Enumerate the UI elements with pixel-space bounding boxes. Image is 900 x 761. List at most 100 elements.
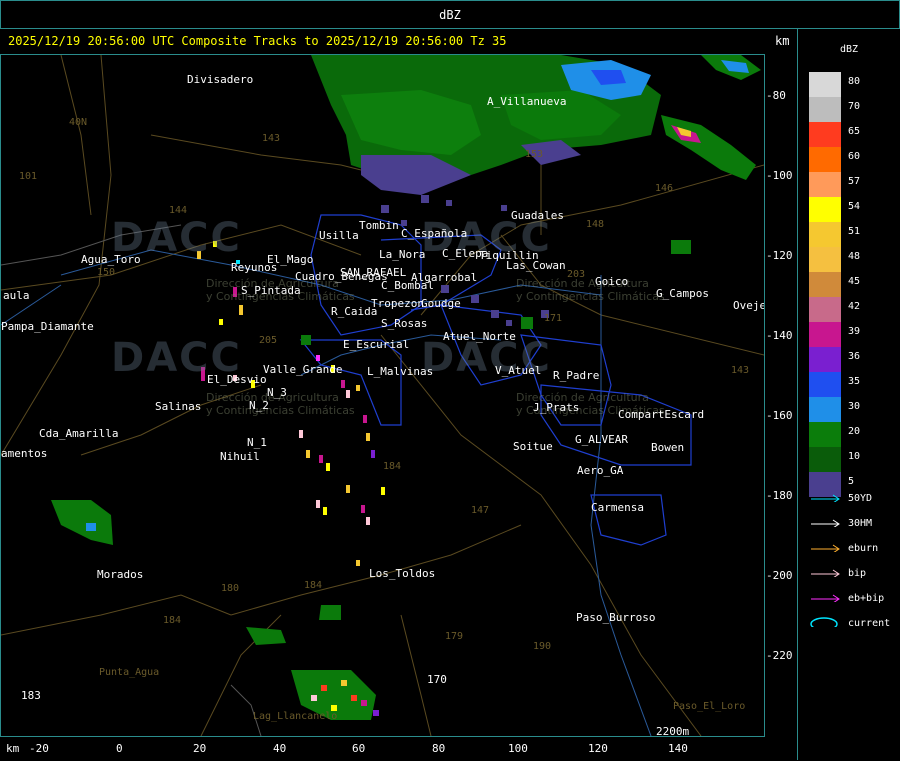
y-tick: -180	[766, 489, 793, 502]
legend-track-label: eb+bip	[848, 593, 885, 604]
legend-swatch-label: 5	[848, 476, 855, 487]
legend-swatch-label: 30	[848, 401, 861, 412]
place-label: Morados	[97, 568, 144, 581]
legend-swatch-label: 42	[848, 301, 861, 312]
legend-title: dBZ	[840, 44, 859, 55]
place-label: Cda_Amarilla	[39, 427, 119, 440]
place-label: 183	[21, 689, 41, 702]
place-label: Nihuil	[220, 450, 260, 463]
place-label: S_Rosas	[381, 317, 428, 330]
legend-swatch-label: 10	[848, 451, 861, 462]
legend-swatch	[809, 147, 841, 172]
place-label: Los_Toldos	[369, 567, 436, 580]
place-label: V_Atuel	[495, 364, 542, 377]
place-label: 2200m	[656, 725, 690, 737]
place-label: A_Villanueva	[487, 95, 567, 108]
place-label: Tombin	[359, 219, 399, 232]
road-label: 180	[221, 583, 240, 594]
place-label: Soitue	[513, 440, 553, 453]
legend-swatch	[809, 122, 841, 147]
road-label: 190	[533, 641, 552, 652]
legend-swatch	[809, 447, 841, 472]
legend-swatch	[809, 197, 841, 222]
legend-swatch-label: 48	[848, 251, 861, 262]
place-label: S_Pintada	[241, 284, 301, 297]
legend-track-label: eburn	[848, 543, 879, 554]
place-label: Pampa_Diamante	[1, 320, 94, 333]
place-label: N_1	[247, 436, 267, 449]
y-tick: -120	[766, 249, 793, 262]
watermark-sub-2: Dirección de Agricultura y Contingencias…	[516, 277, 665, 303]
road-label: 148	[586, 219, 605, 230]
legend-swatch-label: 54	[848, 201, 861, 212]
road-label: 146	[655, 183, 674, 194]
place-label: SAN_RAFAEL	[340, 266, 407, 279]
road-label: 143	[262, 133, 281, 144]
legend-swatch	[809, 422, 841, 447]
place-label: Goudge	[421, 297, 461, 310]
road-label: 179	[445, 631, 464, 642]
place-label: Algarrobal	[411, 271, 478, 284]
road-label: 184	[163, 615, 182, 626]
x-tick: 60	[352, 742, 366, 755]
road-label: 150	[97, 267, 116, 278]
road-label: Punta_Agua	[99, 667, 160, 678]
legend-swatch	[809, 347, 841, 372]
y-tick: -160	[766, 409, 793, 422]
place-label: Bowen	[651, 441, 685, 454]
road-label: 203	[567, 269, 586, 280]
legend-swatch-label: 35	[848, 376, 861, 387]
x-tick: 120	[588, 742, 608, 755]
current-ellipse-icon	[810, 617, 838, 627]
y-tick: -80	[766, 89, 786, 102]
place-label: R_Padre	[553, 369, 600, 382]
legend-swatch	[809, 97, 841, 122]
place-label: Tropezon	[371, 297, 424, 310]
legend-swatch-label: 70	[848, 101, 861, 112]
watermark-line1: Dirección de Agricultura	[516, 277, 649, 290]
legend-swatch-label: 57	[848, 176, 861, 187]
road-label: 171	[544, 313, 563, 324]
legend-swatch-label: 65	[848, 126, 861, 137]
x-tick: 100	[508, 742, 528, 755]
road-label: 144	[169, 205, 188, 216]
place-label: N_2	[249, 399, 269, 412]
place-label: Las_Cowan	[506, 259, 566, 272]
place-label: Guadales	[511, 209, 564, 222]
x-tick: 140	[668, 742, 688, 755]
radar-map[interactable]: DACC DACC DACC DACC Dirección de Agricul…	[0, 54, 765, 737]
place-label: Agua_Toro	[81, 253, 141, 266]
track-arrow-icon	[811, 569, 840, 577]
track-arrow-icon	[811, 544, 840, 552]
legend-swatch	[809, 322, 841, 347]
legend-swatch-label: 36	[848, 351, 861, 362]
place-label: Valle_Grande	[263, 363, 343, 376]
place-label: Goico	[595, 275, 629, 288]
road-label: 205	[259, 335, 278, 346]
legend-swatch-label: 39	[848, 326, 861, 337]
x-tick: 0	[116, 742, 123, 755]
watermark-line2: y Contingencias Climáticas	[516, 290, 665, 303]
track-subtitle: 2025/12/19 20:56:00 UTC Composite Tracks…	[8, 34, 507, 48]
legend-track-label: 30HM	[848, 518, 873, 529]
place-label: aula	[3, 289, 30, 302]
legend-swatch	[809, 222, 841, 247]
road-label: 147	[471, 505, 490, 516]
place-label: N_3	[267, 386, 287, 399]
road-label: 143	[731, 365, 750, 376]
legend-track-label: 50YD	[848, 493, 873, 504]
road-label: Lag_Llancanelo	[253, 711, 338, 722]
legend-swatch	[809, 172, 841, 197]
place-label: G_Campos	[656, 287, 709, 300]
km-label-top: km	[775, 34, 790, 48]
road-label: Paso_El_Loro	[673, 701, 746, 712]
y-tick: -140	[766, 329, 793, 342]
place-label: Paso_Burroso	[576, 611, 656, 624]
place-label: Divisadero	[187, 73, 254, 86]
legend-swatch	[809, 247, 841, 272]
place-label: Aero_GA	[577, 464, 624, 477]
place-label: La_Nora	[379, 248, 426, 261]
place-label: G_ALVEAR	[575, 433, 628, 446]
legend-swatch	[809, 297, 841, 322]
road-label: 184	[304, 580, 323, 591]
